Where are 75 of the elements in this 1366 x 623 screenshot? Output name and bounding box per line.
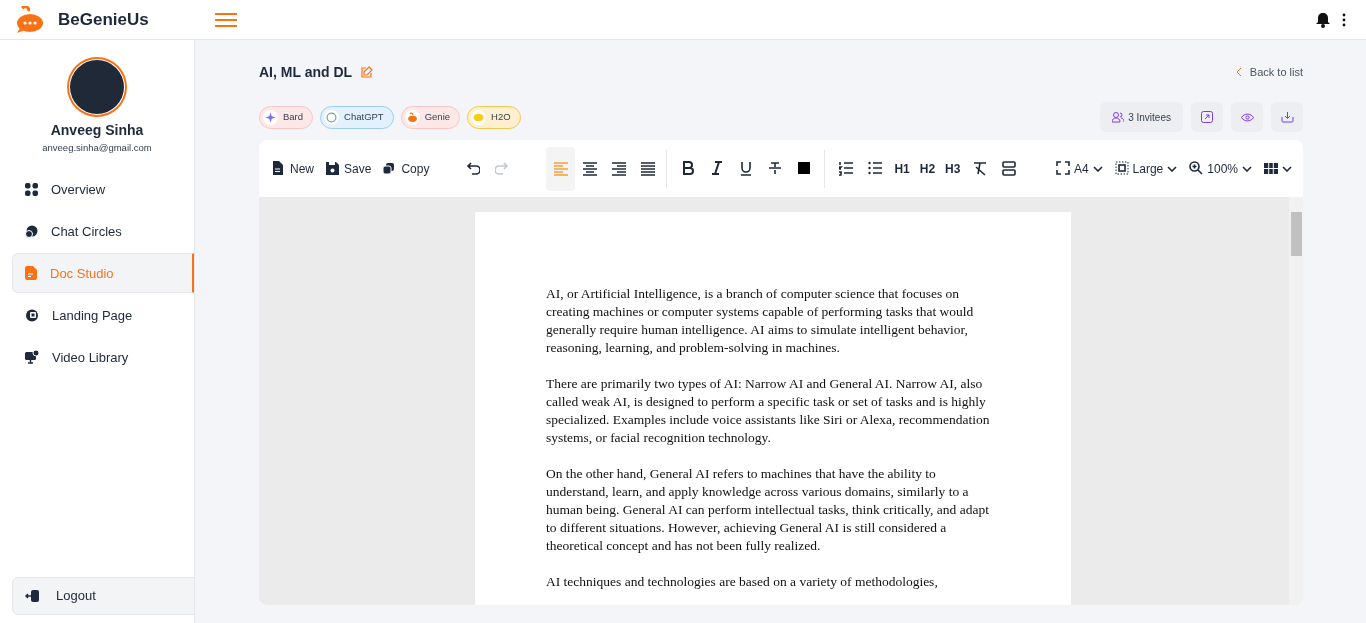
- chevron-down-icon: [1282, 165, 1292, 172]
- chevron-down-icon: [1092, 165, 1103, 172]
- nav-item[interactable]: Landing Page: [12, 295, 194, 336]
- logout-icon: [25, 589, 40, 603]
- user-name: Anveeg Sinha: [50, 121, 144, 140]
- paragraph: On the other hand, General AI refers to machines that have the ability to understand, learn, and apply knowledge across various domains, similarly to a human being. General AI can perform intellectual tasks, think critically, and adapt to different situations. However, achieving General AI is still considered a theoretical concept and has not been fully realized.: [546, 465, 990, 555]
- paragraph: AI techniques and technologies are based on a variety of methodologies,: [546, 573, 939, 591]
- assistant-icon: [471, 109, 487, 125]
- toolbar-button[interactable]: New: [269, 153, 317, 184]
- margin-icon: [1114, 161, 1129, 176]
- assistant-chip[interactable]: Bard: [259, 105, 314, 129]
- assistant-icon: [404, 109, 420, 125]
- chevron-down-icon: [1242, 165, 1252, 172]
- monitor-icon: [25, 350, 39, 365]
- bullet-list-icon: [867, 161, 882, 176]
- download-icon: [1280, 111, 1294, 123]
- scrollbar[interactable]: [1289, 197, 1303, 605]
- edit-icon[interactable]: [360, 65, 374, 79]
- undo-icon: [465, 161, 480, 176]
- assistant-chip[interactable]: Genie: [400, 105, 461, 129]
- zoom-icon: [1189, 161, 1204, 176]
- chevron-down-icon: [1167, 165, 1178, 172]
- clear-format-icon: [972, 161, 987, 176]
- share-button[interactable]: [1191, 102, 1223, 132]
- user-email: anveeg.sinha@gmail.com: [42, 141, 152, 155]
- dropdown-button[interactable]: A4: [1052, 153, 1106, 184]
- assistant-icon: [324, 109, 340, 125]
- back-link[interactable]: Back to list: [1235, 63, 1303, 81]
- strikethrough-icon: [767, 161, 782, 176]
- heading-button[interactable]: H3: [940, 153, 966, 184]
- color-swatch-icon: [796, 161, 811, 176]
- assistant-chip[interactable]: ChatGPT: [320, 105, 394, 129]
- underline-icon: [738, 161, 753, 176]
- app-name: BeGenieUs: [58, 8, 149, 31]
- paragraph: AI, or Artificial Intelligence, is a branch of computer science that focuses on creating machines or computer systems capable of performing tasks that would generally require human intelligence. AI aims to simulate intelligent behavior, reasoning, learning, and problem-solving in machines.: [546, 285, 975, 357]
- preview-button[interactable]: [1231, 102, 1263, 132]
- more-icon[interactable]: [1342, 12, 1346, 27]
- paragraph: There are primarily two types of AI: Narrow AI and General AI. Narrow AI, also called weak AI, is designed to perform a specific task or set of tasks and is highly specialized. Examples include voice assistants like Siri or Alexa, recommendation systems, or facial recognition technology.: [546, 375, 991, 447]
- redo-icon: [494, 161, 509, 176]
- nav-item[interactable]: Overview: [12, 169, 194, 210]
- bold-icon: [680, 161, 695, 176]
- eye-icon: [1240, 112, 1254, 122]
- assistant-icon: [263, 109, 278, 125]
- heading-button[interactable]: H2: [914, 153, 941, 184]
- table-grid-icon: [1264, 161, 1278, 176]
- align-left-icon: [553, 161, 568, 176]
- people-icon: [1112, 111, 1125, 123]
- invitees-button[interactable]: 3 Invitees: [1100, 102, 1183, 132]
- dropdown-button[interactable]: Large: [1111, 153, 1181, 184]
- page-icon: [25, 308, 39, 322]
- heading-button[interactable]: H1: [889, 153, 915, 184]
- nav-item[interactable]: Video Library: [12, 337, 194, 378]
- align-center-icon: [582, 161, 597, 176]
- toolbar-button[interactable]: Copy: [380, 153, 433, 184]
- page-break-icon: [1001, 161, 1016, 176]
- document-title: AI, ML and DL: [259, 62, 353, 82]
- italic-icon: [709, 161, 724, 176]
- menu-icon[interactable]: [215, 12, 237, 27]
- logout-button[interactable]: Logout: [12, 577, 195, 615]
- share-icon: [1201, 111, 1213, 123]
- grid-icon: [25, 182, 38, 196]
- nav-item[interactable]: Chat Circles: [12, 211, 194, 252]
- bell-icon[interactable]: [1316, 11, 1330, 28]
- numbered-list-icon: [838, 161, 853, 176]
- chat-icon: [25, 224, 38, 238]
- align-justify-icon: [640, 161, 655, 176]
- fullscreen-icon: [1055, 161, 1070, 176]
- file-icon: [272, 161, 286, 176]
- chevron-left-icon: [1235, 67, 1242, 77]
- toolbar-button[interactable]: Save: [323, 153, 375, 184]
- align-right-icon: [611, 161, 626, 176]
- document-icon: [25, 266, 37, 281]
- avatar: [70, 60, 124, 114]
- dropdown-button[interactable]: 100%: [1186, 153, 1255, 184]
- assistant-chip[interactable]: H2O: [467, 105, 521, 129]
